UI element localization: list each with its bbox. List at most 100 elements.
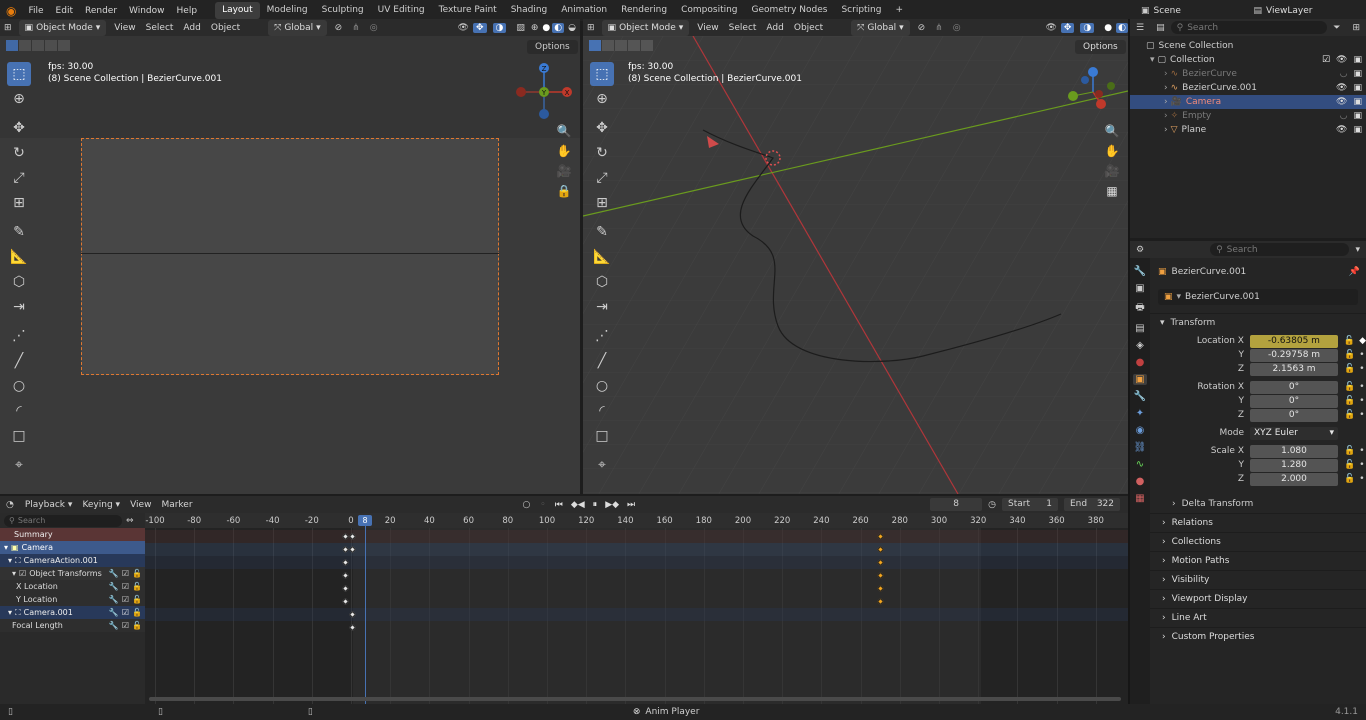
- view-layer-tab-icon[interactable]: ▤: [1135, 323, 1144, 334]
- menu-edit[interactable]: Edit: [50, 6, 79, 16]
- area-divider[interactable]: [1128, 19, 1130, 704]
- outliner-item-camera[interactable]: › 🎥 Camera 👁 ▣: [1130, 95, 1366, 109]
- pin-icon[interactable]: 📌: [1349, 267, 1360, 277]
- circle-icon[interactable]: ○: [590, 374, 614, 398]
- circle-icon[interactable]: ○: [7, 374, 31, 398]
- view-layer-selector[interactable]: ViewLayer: [1266, 6, 1366, 16]
- channel-search[interactable]: ⚲ Search: [4, 514, 122, 527]
- proportional-edit-icon[interactable]: ◎: [365, 23, 383, 33]
- channel-focal-length[interactable]: Focal Length 🔧 ☑ 🔓: [0, 619, 145, 632]
- wrench-icon[interactable]: 🔧: [109, 582, 119, 591]
- dopesheet-area[interactable]: -100 -80 -60 -40 -20 0 20 40 60 80 100 120 140 160 180…: [145, 513, 1128, 704]
- select-box-icon[interactable]: ⬚: [590, 62, 614, 86]
- checkbox-icon[interactable]: ☑: [122, 582, 129, 591]
- visibility-icon[interactable]: 👁: [454, 23, 473, 33]
- display-mode-icon[interactable]: ▤: [1150, 23, 1171, 33]
- rotate-icon[interactable]: ↻: [590, 141, 614, 165]
- world-tab-icon[interactable]: ●: [1136, 357, 1145, 368]
- current-frame-field[interactable]: 8: [930, 498, 983, 511]
- render-tab-icon[interactable]: ▣: [1135, 283, 1144, 294]
- measure-icon[interactable]: 📐: [590, 245, 614, 269]
- keyframe-diamond[interactable]: [876, 532, 884, 540]
- motion-paths-panel[interactable]: › Motion Paths: [1150, 551, 1366, 570]
- tab-layout[interactable]: Layout: [215, 2, 260, 19]
- keyframe-dot-icon[interactable]: •: [1359, 474, 1364, 484]
- select-extend-icon[interactable]: [602, 40, 614, 51]
- rotate-icon[interactable]: ↻: [7, 141, 31, 165]
- extrude-icon[interactable]: ⇥: [590, 295, 614, 319]
- orientation-dropdown[interactable]: ⤧ Global ▾: [268, 19, 327, 36]
- keyframe-diamond[interactable]: [349, 610, 357, 618]
- datablock-field[interactable]: ▣ ▾ BezierCurve.001: [1158, 289, 1358, 305]
- keying-set-icon[interactable]: ◦: [535, 500, 550, 510]
- timeline-editor-icon[interactable]: ◔: [0, 500, 20, 510]
- left-viewport[interactable]: Options fps: 30.00 (8) Scene Collection …: [0, 36, 580, 494]
- select-subtract-icon[interactable]: [615, 40, 627, 51]
- select-box-icon[interactable]: ⬚: [7, 62, 31, 86]
- proportional-edit-icon[interactable]: ◎: [948, 23, 966, 33]
- mode-dropdown[interactable]: ▣ Object Mode ▾: [18, 19, 107, 36]
- menu-file[interactable]: File: [22, 6, 49, 16]
- shading-wire-icon[interactable]: ⊕: [529, 23, 541, 33]
- outliner-editor-icon[interactable]: ☰: [1130, 23, 1150, 33]
- location-y-field[interactable]: -0.29758 m: [1250, 348, 1338, 362]
- constraints-tab-icon[interactable]: ⛓: [1134, 442, 1147, 453]
- rotation-mode-dropdown[interactable]: XYZ Euler ▾: [1250, 426, 1338, 440]
- location-z-field[interactable]: 2.1563 m: [1250, 362, 1338, 376]
- visibility-icon[interactable]: 👁: [1041, 23, 1060, 33]
- scale-z-field[interactable]: 2.000: [1250, 472, 1338, 486]
- swap-icon[interactable]: ⇔: [126, 516, 134, 526]
- tab-scripting[interactable]: Scripting: [834, 2, 888, 19]
- lock-icon[interactable]: 🔓: [132, 621, 142, 630]
- pan-hand-icon[interactable]: ✋: [1105, 144, 1120, 158]
- rotation-x-field[interactable]: 0°: [1250, 380, 1338, 394]
- wrench-icon[interactable]: 🔧: [109, 595, 119, 604]
- navigation-gizmo[interactable]: Z X Y: [512, 62, 576, 122]
- checkbox-icon[interactable]: ☑: [122, 595, 129, 604]
- shading-solid-icon[interactable]: ●: [1100, 23, 1116, 33]
- chevron-down-icon[interactable]: ▾: [1349, 245, 1366, 255]
- scale-x-field[interactable]: 1.080: [1250, 444, 1338, 458]
- menu-view[interactable]: View: [125, 500, 156, 510]
- checkbox-icon[interactable]: ☑: [122, 569, 129, 578]
- keyframe-diamond[interactable]: [341, 584, 349, 592]
- lock-icon[interactable]: 🔓: [1344, 474, 1355, 484]
- blender-logo-icon[interactable]: ◉: [0, 4, 22, 18]
- viewport-display-panel[interactable]: › Viewport Display: [1150, 589, 1366, 608]
- menu-view[interactable]: View: [109, 23, 140, 33]
- eye-icon[interactable]: 👁: [1336, 55, 1347, 65]
- properties-editor-icon[interactable]: ⚙: [1130, 245, 1150, 255]
- render-icon[interactable]: ▣: [1353, 97, 1362, 107]
- tab-geometry-nodes[interactable]: Geometry Nodes: [745, 2, 835, 19]
- physics-tab-icon[interactable]: ◉: [1136, 425, 1145, 436]
- arc-icon[interactable]: ◜: [590, 399, 614, 423]
- menu-keying[interactable]: Keying ▾: [77, 500, 125, 510]
- menu-add[interactable]: Add: [761, 23, 788, 33]
- camera-view-icon[interactable]: 🎥: [557, 164, 572, 178]
- rotation-y-field[interactable]: 0°: [1250, 394, 1338, 408]
- pivot-icon[interactable]: ⊘: [913, 23, 931, 33]
- channel-y-location[interactable]: Y Location 🔧 ☑ 🔓: [0, 593, 145, 606]
- cursor-icon[interactable]: ⊕: [7, 87, 31, 111]
- render-icon[interactable]: ▣: [1353, 69, 1362, 79]
- lock-icon[interactable]: 🔓: [1344, 382, 1355, 392]
- tab-texture-paint[interactable]: Texture Paint: [432, 2, 504, 19]
- tab-animation[interactable]: Animation: [554, 2, 614, 19]
- editor-type-icon[interactable]: ⊞: [583, 23, 599, 33]
- visibility-panel[interactable]: › Visibility: [1150, 570, 1366, 589]
- curve-line-icon[interactable]: ╱: [590, 349, 614, 373]
- channel-camera-action[interactable]: ▾ ⛶ CameraAction.001: [0, 554, 145, 567]
- orientation-dropdown[interactable]: ⤧ Global ▾: [851, 19, 910, 36]
- location-x-field[interactable]: -0.63805 m: [1249, 334, 1338, 348]
- eye-icon[interactable]: 👁: [1336, 83, 1347, 93]
- eyedropper-icon[interactable]: ⌖: [7, 453, 31, 477]
- channel-camera[interactable]: ▾ ▣ Camera: [0, 541, 145, 554]
- menu-object[interactable]: Object: [789, 23, 828, 33]
- snap-icon[interactable]: ⋔: [347, 23, 365, 33]
- keyframe-diamond[interactable]: [341, 558, 349, 566]
- select-intersect-icon[interactable]: [641, 40, 653, 51]
- new-collection-icon[interactable]: ⊞: [1346, 23, 1366, 33]
- transform-panel-header[interactable]: ▾ Transform: [1150, 313, 1366, 331]
- pan-hand-icon[interactable]: ✋: [557, 144, 572, 158]
- arc-icon[interactable]: ◜: [7, 399, 31, 423]
